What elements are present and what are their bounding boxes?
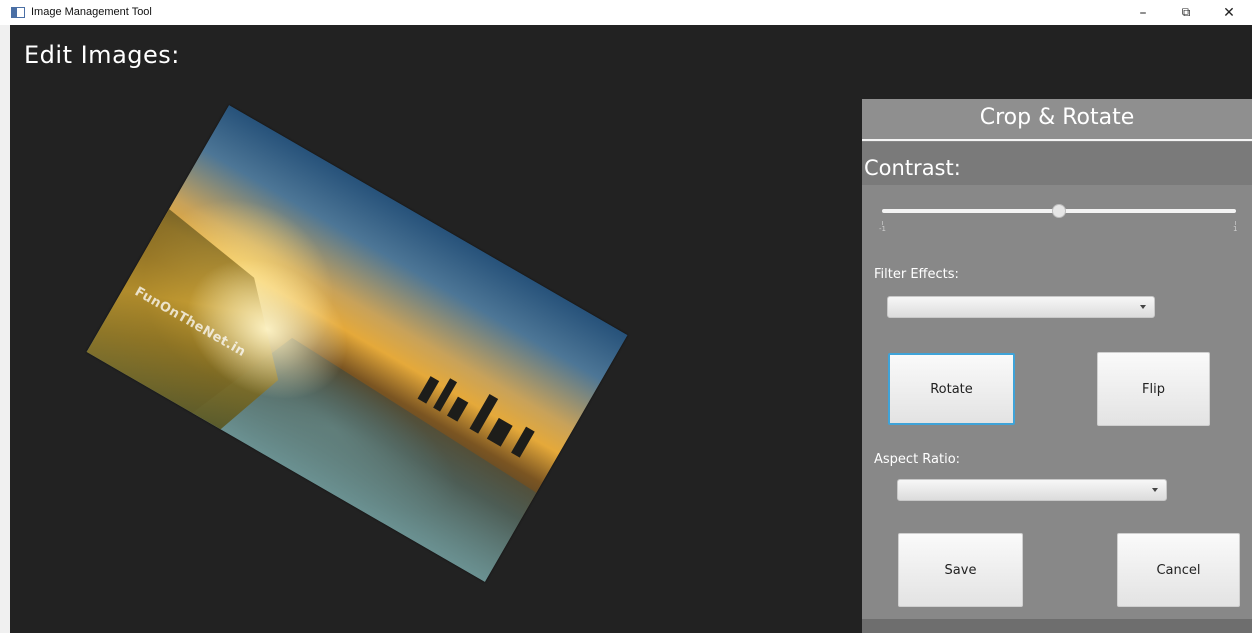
panel-title: Crop & Rotate [979,105,1135,130]
panel-bottom-strip [862,619,1252,633]
filter-effects-label: Filter Effects: [874,267,959,282]
minimize-button[interactable]: – [1126,0,1160,25]
title-bar: Image Management Tool – ⧉ ✕ [0,0,1252,25]
maximize-button[interactable]: ⧉ [1169,0,1203,25]
edited-image[interactable]: FunOnTheNet.in [86,105,628,582]
chevron-down-icon [1152,488,1158,492]
slider-max-label: 1 [1233,225,1238,233]
slider-min-label: -1 [879,225,886,233]
cancel-button[interactable]: Cancel [1117,533,1240,607]
contrast-header: Contrast: [862,142,1252,185]
aspect-ratio-label: Aspect Ratio: [874,452,961,467]
page-title: Edit Images: [24,41,180,69]
save-button[interactable]: Save [898,533,1023,607]
aspect-ratio-dropdown[interactable] [897,479,1167,501]
window-title: Image Management Tool [31,6,152,18]
close-button[interactable]: ✕ [1212,0,1246,25]
app-icon [11,7,25,18]
flip-button[interactable]: Flip [1097,352,1210,426]
edit-panel: Crop & Rotate Contrast: -1 1 Filter Effe… [862,99,1252,633]
panel-header: Crop & Rotate [862,99,1252,141]
filter-effects-dropdown[interactable] [887,296,1155,318]
rotate-button[interactable]: Rotate [888,353,1015,425]
contrast-label: Contrast: [864,156,961,180]
chevron-down-icon [1140,305,1146,309]
contrast-slider-thumb[interactable] [1052,204,1066,218]
